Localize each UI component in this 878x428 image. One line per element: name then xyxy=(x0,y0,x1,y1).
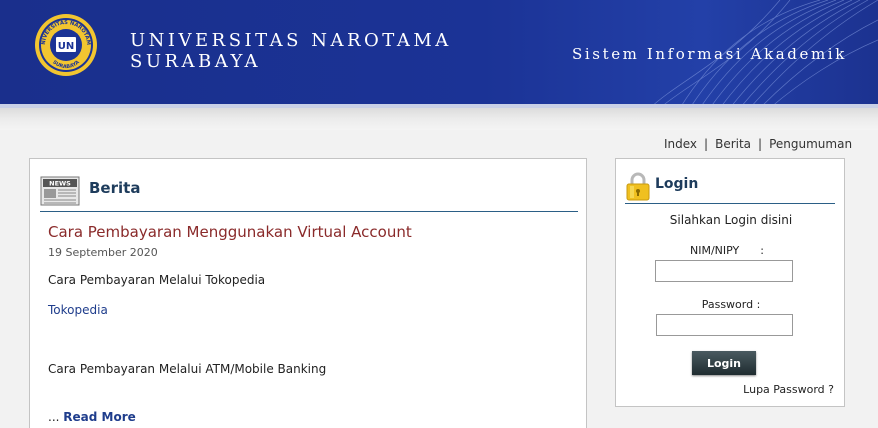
tokopedia-link[interactable]: Tokopedia xyxy=(48,303,108,317)
nav-berita-link[interactable]: Berita xyxy=(715,137,751,151)
article-title: Cara Pembayaran Menggunakan Virtual Acco… xyxy=(48,223,412,241)
article-paragraph: Cara Pembayaran Melalui ATM/Mobile Banki… xyxy=(48,362,327,376)
university-name-line1: UNIVERSITAS NAROTAMA xyxy=(130,30,452,51)
article-paragraph: Cara Pembayaran Melalui Tokopedia xyxy=(48,273,266,287)
nav-separator: | xyxy=(704,137,709,151)
news-panel-header: NEWS Berita xyxy=(40,171,578,212)
login-button[interactable]: Login xyxy=(692,351,756,375)
password-label: Password : xyxy=(701,298,761,311)
top-navigation: Index | Berita | Pengumuman xyxy=(664,137,852,151)
login-panel: Login Silahkan Login disini NIM/NIPY : P… xyxy=(615,158,845,407)
lock-icon xyxy=(626,172,650,201)
password-input[interactable] xyxy=(656,314,793,336)
nav-pengumuman-link[interactable]: Pengumuman xyxy=(769,137,852,151)
login-hint: Silahkan Login disini xyxy=(669,213,793,227)
read-more-prefix: ... xyxy=(48,410,60,424)
university-name-line2: SURABAYA xyxy=(130,51,262,72)
read-more-link[interactable]: Read More xyxy=(63,410,136,424)
forgot-password-link[interactable]: Lupa Password ? xyxy=(743,383,834,396)
login-panel-title: Login xyxy=(655,176,699,192)
article-date: 19 September 2020 xyxy=(48,246,158,259)
university-name: UNIVERSITAS NAROTAMA SURABAYA xyxy=(130,30,452,72)
system-title: Sistem Informasi Akademik xyxy=(572,45,847,63)
newspaper-icon: NEWS xyxy=(40,176,80,206)
nav-index-link[interactable]: Index xyxy=(664,137,697,151)
newspaper-icon-text: NEWS xyxy=(49,180,71,188)
login-panel-header: Login xyxy=(625,169,835,204)
site-header: UN UNIVERSITAS NAROTAMA SURABAYA UNIVERS… xyxy=(0,0,878,108)
header-band xyxy=(0,108,878,130)
nav-separator: | xyxy=(758,137,763,151)
nim-label: NIM/NIPY : xyxy=(690,244,764,257)
news-panel-title: Berita xyxy=(89,179,141,197)
news-panel: NEWS Berita Cara Pembayaran Menggunakan … xyxy=(29,158,587,428)
read-more: ... Read More xyxy=(48,410,136,424)
logo-center-text: UN xyxy=(58,41,75,52)
university-logo: UN UNIVERSITAS NAROTAMA SURABAYA xyxy=(34,13,97,76)
nim-input[interactable] xyxy=(655,260,793,282)
